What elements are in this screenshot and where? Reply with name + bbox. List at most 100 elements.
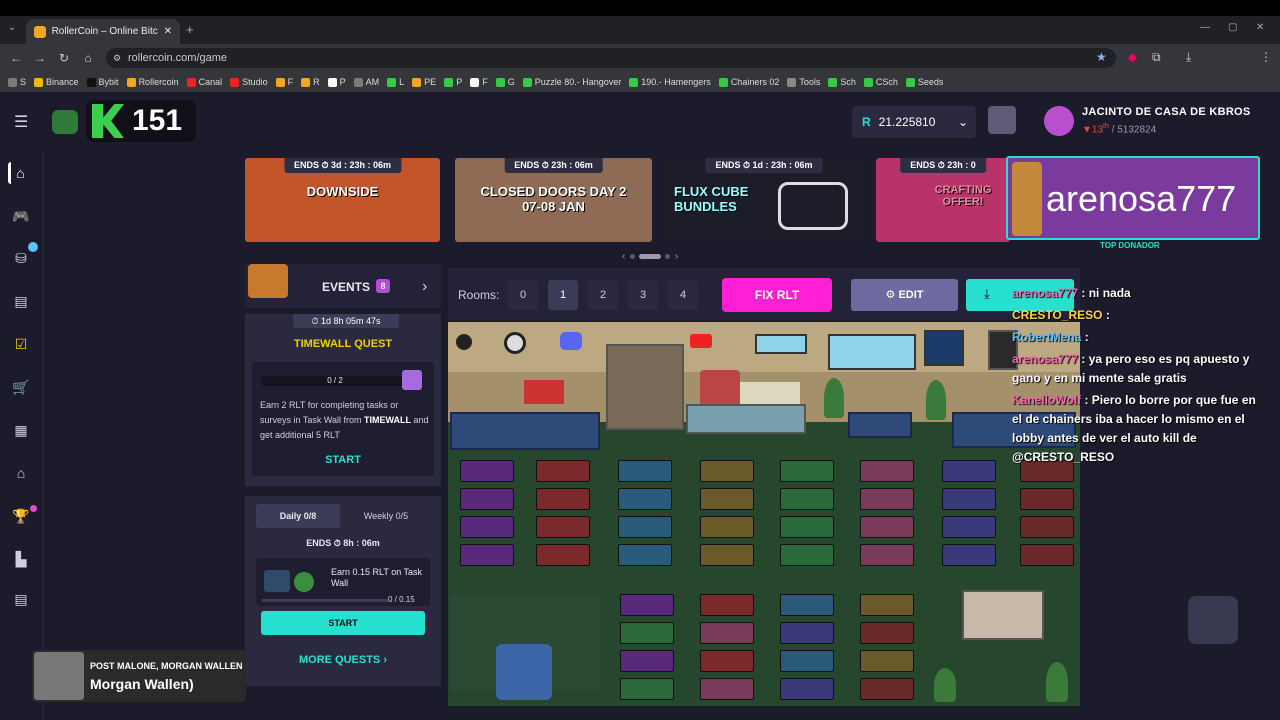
miner-card[interactable] (860, 516, 914, 538)
edit-button[interactable]: ⚙ EDIT (851, 279, 958, 311)
bookmark-item[interactable]: PE (412, 77, 436, 87)
miner-card[interactable] (780, 516, 834, 538)
site-info-icon[interactable]: ⚙ (113, 53, 121, 64)
miner-card[interactable] (536, 544, 590, 566)
event-banner[interactable]: ENDS ⏱ 23h : 06m CLOSED DOORS DAY 2 07-0… (455, 158, 652, 242)
bookmark-item[interactable]: CSch (863, 77, 898, 87)
bookmark-item[interactable]: Sch (828, 77, 856, 87)
miner-card[interactable] (618, 516, 672, 538)
carousel-prev-icon[interactable]: ‹ (622, 251, 625, 262)
download-icon[interactable]: ⤓ (1186, 50, 1191, 65)
miner-card[interactable] (700, 460, 754, 482)
sidebar-trophy-icon[interactable]: 🏆 (10, 505, 32, 527)
event-banner[interactable]: ENDS ⏱ 23h : 0 CRAFTING OFFER! (876, 158, 1010, 242)
bookmark-item[interactable]: Canal (186, 77, 222, 87)
miner-card[interactable] (620, 594, 674, 616)
miner-card[interactable] (620, 650, 674, 672)
bookmark-item[interactable]: R (301, 77, 320, 87)
sidebar-bank-icon[interactable]: ⌂ (10, 462, 32, 484)
daily-start-button[interactable]: START (261, 611, 425, 635)
carousel-dot[interactable] (630, 253, 636, 259)
miner-card[interactable] (700, 488, 754, 510)
event-banner[interactable]: ENDS ⏱ 1d : 23h : 06m FLUX CUBE BUNDLES (666, 158, 862, 242)
maximize-icon[interactable]: ▢ (1228, 22, 1237, 33)
close-tab-icon[interactable]: ✕ (164, 26, 172, 37)
new-tab-icon[interactable]: + (186, 22, 194, 37)
bookmark-item[interactable]: Chainers 02 (718, 77, 779, 87)
bookmark-item[interactable]: 190.- Hamengers (629, 77, 711, 87)
miner-card[interactable] (942, 488, 996, 510)
carousel-dot[interactable] (665, 253, 671, 259)
miner-card[interactable] (700, 594, 754, 616)
miner-card[interactable] (860, 650, 914, 672)
back-icon[interactable]: ← (8, 50, 24, 66)
miner-card[interactable] (618, 488, 672, 510)
carousel-dot-active[interactable] (639, 253, 662, 259)
sidebar-games-icon[interactable]: 🎮 (10, 205, 32, 227)
miner-card[interactable] (780, 488, 834, 510)
username[interactable]: JACINTO DE CASA DE KBROS (1082, 106, 1251, 118)
miner-card[interactable] (536, 516, 590, 538)
miner-card[interactable] (620, 678, 674, 700)
miner-card[interactable] (780, 594, 834, 616)
miner-card[interactable] (1020, 544, 1074, 566)
room-button-4[interactable]: 4 (668, 280, 698, 310)
bookmark-item[interactable]: Binance (34, 77, 79, 87)
miner-card[interactable] (700, 544, 754, 566)
chevron-right-icon[interactable]: › (422, 278, 427, 296)
home-icon[interactable]: ⌂ (80, 50, 96, 66)
miner-card[interactable] (700, 516, 754, 538)
bookmark-folder[interactable]: Tools (787, 77, 820, 87)
browser-tab[interactable]: RollerCoin – Online Bitcoin Mi ✕ (26, 19, 180, 44)
miner-card[interactable] (618, 460, 672, 482)
bookmark-item[interactable]: Rollercoin (126, 77, 179, 87)
sidebar-factory-icon[interactable]: ▙ (10, 548, 32, 570)
miner-card[interactable] (860, 622, 914, 644)
room-button-2[interactable]: 2 (588, 280, 618, 310)
carousel-next-icon[interactable]: › (675, 251, 678, 262)
tab-search-icon[interactable]: ⌄ (8, 22, 16, 33)
player-avatar[interactable] (700, 370, 740, 406)
miner-card[interactable] (942, 460, 996, 482)
extensions-puzzle-icon[interactable]: ⧉ (1152, 50, 1161, 65)
miner-card[interactable] (700, 622, 754, 644)
bookmark-item[interactable]: P (327, 77, 346, 87)
miner-card[interactable] (942, 516, 996, 538)
room-button-1[interactable]: 1 (548, 280, 578, 310)
bookmark-item[interactable]: F (275, 77, 293, 87)
avatar[interactable] (1044, 106, 1074, 136)
hamburger-menu-icon[interactable]: ☰ (14, 112, 28, 132)
close-window-icon[interactable]: ✕ (1256, 22, 1264, 33)
miner-card[interactable] (1020, 516, 1074, 538)
bookmark-item[interactable]: Puzzle 80.- Hangover (522, 77, 621, 87)
miner-card[interactable] (860, 544, 914, 566)
minimize-icon[interactable]: — (1200, 22, 1210, 33)
miner-card[interactable] (700, 678, 754, 700)
miner-card[interactable] (942, 544, 996, 566)
bookmark-item[interactable]: F (470, 77, 488, 87)
miner-card[interactable] (860, 594, 914, 616)
miner-card[interactable] (460, 488, 514, 510)
miner-card[interactable] (780, 622, 834, 644)
miner-card[interactable] (460, 460, 514, 482)
miner-card[interactable] (460, 516, 514, 538)
miner-card[interactable] (536, 488, 590, 510)
sidebar-marketplace-icon[interactable]: ▦ (10, 419, 32, 441)
bookmark-item[interactable]: L (387, 77, 404, 87)
menu-kebab-icon[interactable]: ⋮ (1260, 50, 1272, 64)
room-button-0[interactable]: 0 (508, 280, 538, 310)
bookmark-item[interactable]: S (8, 77, 26, 87)
tab-daily[interactable]: Daily 0/8 (256, 504, 340, 528)
sidebar-cart-icon[interactable]: 🛒 (10, 376, 32, 398)
miner-card[interactable] (460, 544, 514, 566)
miner-card[interactable] (700, 650, 754, 672)
bookmark-item[interactable]: Bybit (86, 77, 119, 87)
miner-card[interactable] (536, 460, 590, 482)
bookmark-star-icon[interactable]: ★ (1096, 50, 1107, 64)
miner-card[interactable] (780, 544, 834, 566)
event-banner[interactable]: ENDS ⏱ 3d : 23h : 06m DOWNSIDE (245, 158, 440, 242)
tab-weekly[interactable]: Weekly 0/5 (344, 504, 428, 528)
sidebar-news-icon[interactable]: ▤ (10, 588, 32, 610)
forward-icon[interactable]: → (32, 50, 48, 66)
quest-start-link[interactable]: START (252, 454, 434, 466)
